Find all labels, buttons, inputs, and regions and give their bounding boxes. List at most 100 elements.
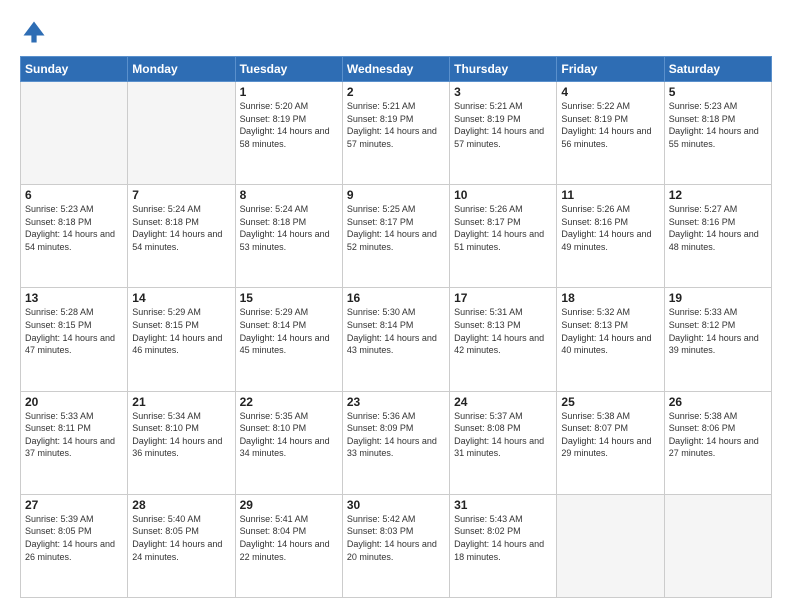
calendar-cell: 17Sunrise: 5:31 AMSunset: 8:13 PMDayligh… — [450, 288, 557, 391]
cell-info: Sunrise: 5:28 AMSunset: 8:15 PMDaylight:… — [25, 306, 123, 356]
day-number: 13 — [25, 291, 123, 305]
calendar-table: SundayMondayTuesdayWednesdayThursdayFrid… — [20, 56, 772, 598]
calendar-cell: 16Sunrise: 5:30 AMSunset: 8:14 PMDayligh… — [342, 288, 449, 391]
day-number: 17 — [454, 291, 552, 305]
cell-info: Sunrise: 5:39 AMSunset: 8:05 PMDaylight:… — [25, 513, 123, 563]
calendar-cell: 31Sunrise: 5:43 AMSunset: 8:02 PMDayligh… — [450, 494, 557, 597]
day-number: 9 — [347, 188, 445, 202]
cell-info: Sunrise: 5:33 AMSunset: 8:11 PMDaylight:… — [25, 410, 123, 460]
calendar-cell: 18Sunrise: 5:32 AMSunset: 8:13 PMDayligh… — [557, 288, 664, 391]
calendar-cell — [128, 82, 235, 185]
calendar-cell: 29Sunrise: 5:41 AMSunset: 8:04 PMDayligh… — [235, 494, 342, 597]
day-number: 30 — [347, 498, 445, 512]
calendar-cell: 14Sunrise: 5:29 AMSunset: 8:15 PMDayligh… — [128, 288, 235, 391]
col-header-wednesday: Wednesday — [342, 57, 449, 82]
cell-info: Sunrise: 5:30 AMSunset: 8:14 PMDaylight:… — [347, 306, 445, 356]
calendar-cell: 15Sunrise: 5:29 AMSunset: 8:14 PMDayligh… — [235, 288, 342, 391]
calendar-cell: 28Sunrise: 5:40 AMSunset: 8:05 PMDayligh… — [128, 494, 235, 597]
day-number: 23 — [347, 395, 445, 409]
calendar-cell: 19Sunrise: 5:33 AMSunset: 8:12 PMDayligh… — [664, 288, 771, 391]
day-number: 28 — [132, 498, 230, 512]
calendar-cell: 27Sunrise: 5:39 AMSunset: 8:05 PMDayligh… — [21, 494, 128, 597]
calendar-cell: 24Sunrise: 5:37 AMSunset: 8:08 PMDayligh… — [450, 391, 557, 494]
day-number: 29 — [240, 498, 338, 512]
calendar-cell — [664, 494, 771, 597]
day-number: 2 — [347, 85, 445, 99]
day-number: 22 — [240, 395, 338, 409]
day-number: 3 — [454, 85, 552, 99]
col-header-monday: Monday — [128, 57, 235, 82]
calendar-cell: 12Sunrise: 5:27 AMSunset: 8:16 PMDayligh… — [664, 185, 771, 288]
cell-info: Sunrise: 5:20 AMSunset: 8:19 PMDaylight:… — [240, 100, 338, 150]
calendar-cell — [21, 82, 128, 185]
cell-info: Sunrise: 5:34 AMSunset: 8:10 PMDaylight:… — [132, 410, 230, 460]
calendar-cell: 2Sunrise: 5:21 AMSunset: 8:19 PMDaylight… — [342, 82, 449, 185]
cell-info: Sunrise: 5:25 AMSunset: 8:17 PMDaylight:… — [347, 203, 445, 253]
calendar-cell: 6Sunrise: 5:23 AMSunset: 8:18 PMDaylight… — [21, 185, 128, 288]
cell-info: Sunrise: 5:24 AMSunset: 8:18 PMDaylight:… — [132, 203, 230, 253]
calendar-cell: 26Sunrise: 5:38 AMSunset: 8:06 PMDayligh… — [664, 391, 771, 494]
day-number: 31 — [454, 498, 552, 512]
week-row-1: 1Sunrise: 5:20 AMSunset: 8:19 PMDaylight… — [21, 82, 772, 185]
cell-info: Sunrise: 5:29 AMSunset: 8:14 PMDaylight:… — [240, 306, 338, 356]
calendar-cell: 22Sunrise: 5:35 AMSunset: 8:10 PMDayligh… — [235, 391, 342, 494]
day-number: 18 — [561, 291, 659, 305]
day-number: 7 — [132, 188, 230, 202]
col-header-tuesday: Tuesday — [235, 57, 342, 82]
day-number: 14 — [132, 291, 230, 305]
col-header-saturday: Saturday — [664, 57, 771, 82]
day-number: 6 — [25, 188, 123, 202]
day-number: 15 — [240, 291, 338, 305]
calendar-cell: 1Sunrise: 5:20 AMSunset: 8:19 PMDaylight… — [235, 82, 342, 185]
week-row-5: 27Sunrise: 5:39 AMSunset: 8:05 PMDayligh… — [21, 494, 772, 597]
cell-info: Sunrise: 5:37 AMSunset: 8:08 PMDaylight:… — [454, 410, 552, 460]
cell-info: Sunrise: 5:42 AMSunset: 8:03 PMDaylight:… — [347, 513, 445, 563]
calendar-cell — [557, 494, 664, 597]
cell-info: Sunrise: 5:26 AMSunset: 8:17 PMDaylight:… — [454, 203, 552, 253]
cell-info: Sunrise: 5:43 AMSunset: 8:02 PMDaylight:… — [454, 513, 552, 563]
cell-info: Sunrise: 5:26 AMSunset: 8:16 PMDaylight:… — [561, 203, 659, 253]
week-row-3: 13Sunrise: 5:28 AMSunset: 8:15 PMDayligh… — [21, 288, 772, 391]
cell-info: Sunrise: 5:21 AMSunset: 8:19 PMDaylight:… — [454, 100, 552, 150]
col-header-sunday: Sunday — [21, 57, 128, 82]
calendar-cell: 30Sunrise: 5:42 AMSunset: 8:03 PMDayligh… — [342, 494, 449, 597]
cell-info: Sunrise: 5:23 AMSunset: 8:18 PMDaylight:… — [669, 100, 767, 150]
cell-info: Sunrise: 5:32 AMSunset: 8:13 PMDaylight:… — [561, 306, 659, 356]
day-number: 8 — [240, 188, 338, 202]
cell-info: Sunrise: 5:38 AMSunset: 8:06 PMDaylight:… — [669, 410, 767, 460]
day-number: 16 — [347, 291, 445, 305]
calendar-cell: 23Sunrise: 5:36 AMSunset: 8:09 PMDayligh… — [342, 391, 449, 494]
week-row-2: 6Sunrise: 5:23 AMSunset: 8:18 PMDaylight… — [21, 185, 772, 288]
calendar-cell: 5Sunrise: 5:23 AMSunset: 8:18 PMDaylight… — [664, 82, 771, 185]
page: SundayMondayTuesdayWednesdayThursdayFrid… — [0, 0, 792, 612]
logo — [20, 18, 52, 46]
day-number: 20 — [25, 395, 123, 409]
col-header-thursday: Thursday — [450, 57, 557, 82]
calendar-cell: 13Sunrise: 5:28 AMSunset: 8:15 PMDayligh… — [21, 288, 128, 391]
calendar-cell: 9Sunrise: 5:25 AMSunset: 8:17 PMDaylight… — [342, 185, 449, 288]
header — [20, 18, 772, 46]
day-number: 26 — [669, 395, 767, 409]
cell-info: Sunrise: 5:31 AMSunset: 8:13 PMDaylight:… — [454, 306, 552, 356]
cell-info: Sunrise: 5:24 AMSunset: 8:18 PMDaylight:… — [240, 203, 338, 253]
day-number: 27 — [25, 498, 123, 512]
cell-info: Sunrise: 5:23 AMSunset: 8:18 PMDaylight:… — [25, 203, 123, 253]
calendar-cell: 21Sunrise: 5:34 AMSunset: 8:10 PMDayligh… — [128, 391, 235, 494]
day-number: 11 — [561, 188, 659, 202]
calendar-cell: 20Sunrise: 5:33 AMSunset: 8:11 PMDayligh… — [21, 391, 128, 494]
week-row-4: 20Sunrise: 5:33 AMSunset: 8:11 PMDayligh… — [21, 391, 772, 494]
calendar-cell: 7Sunrise: 5:24 AMSunset: 8:18 PMDaylight… — [128, 185, 235, 288]
day-number: 21 — [132, 395, 230, 409]
calendar-cell: 4Sunrise: 5:22 AMSunset: 8:19 PMDaylight… — [557, 82, 664, 185]
day-number: 12 — [669, 188, 767, 202]
day-number: 19 — [669, 291, 767, 305]
cell-info: Sunrise: 5:35 AMSunset: 8:10 PMDaylight:… — [240, 410, 338, 460]
cell-info: Sunrise: 5:27 AMSunset: 8:16 PMDaylight:… — [669, 203, 767, 253]
calendar-cell: 10Sunrise: 5:26 AMSunset: 8:17 PMDayligh… — [450, 185, 557, 288]
calendar-cell: 3Sunrise: 5:21 AMSunset: 8:19 PMDaylight… — [450, 82, 557, 185]
cell-info: Sunrise: 5:38 AMSunset: 8:07 PMDaylight:… — [561, 410, 659, 460]
cell-info: Sunrise: 5:36 AMSunset: 8:09 PMDaylight:… — [347, 410, 445, 460]
day-number: 1 — [240, 85, 338, 99]
day-number: 4 — [561, 85, 659, 99]
cell-info: Sunrise: 5:29 AMSunset: 8:15 PMDaylight:… — [132, 306, 230, 356]
